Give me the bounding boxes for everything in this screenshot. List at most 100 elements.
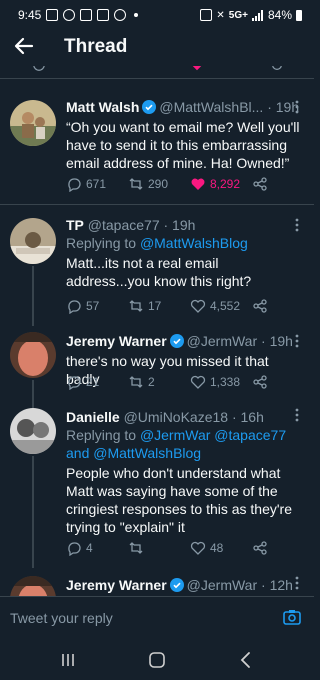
status-time: 9:45 bbox=[18, 8, 42, 22]
tweet-header: Jeremy Warner @JermWar · 19h bbox=[66, 332, 302, 350]
share-icon bbox=[253, 375, 267, 389]
reply-button[interactable]: 671 bbox=[66, 176, 106, 192]
share-icon bbox=[253, 299, 267, 313]
share-icon[interactable] bbox=[270, 66, 284, 72]
tweet-text: “Oh you want to email me? Well you'll ha… bbox=[66, 119, 300, 171]
tweet[interactable]: TP @tapace77 · 19h Replying to @MattWals… bbox=[0, 206, 314, 326]
signal-icon bbox=[251, 9, 263, 21]
tweet[interactable]: Jeremy Warner @JermWar · 12h bbox=[0, 568, 314, 596]
author-name[interactable]: Danielle bbox=[66, 409, 120, 425]
tweet-text: People who don't understand what Matt wa… bbox=[66, 465, 293, 535]
retweet-button[interactable]: 290 bbox=[128, 176, 168, 192]
page-title: Thread bbox=[64, 36, 128, 57]
notification-icon bbox=[63, 9, 76, 21]
retweet-icon bbox=[129, 542, 143, 554]
thread-line bbox=[32, 380, 34, 400]
share-button[interactable] bbox=[252, 540, 268, 556]
tweet-actions: 671 290 8,292 bbox=[66, 176, 302, 194]
author-name[interactable]: Matt Walsh bbox=[66, 99, 139, 115]
tweet-header: Danielle @UmiNoKaze18 · 16h bbox=[66, 408, 302, 426]
reply-icon bbox=[68, 542, 81, 556]
author-handle[interactable]: @JermWar bbox=[187, 577, 257, 593]
heart-icon bbox=[190, 541, 206, 555]
tweet-content: Matt Walsh @MattWalshBl... · 19h “Oh you … bbox=[66, 98, 302, 172]
divider bbox=[0, 204, 314, 205]
like-button[interactable]: 8,292 bbox=[190, 176, 240, 192]
reply-icon[interactable] bbox=[32, 66, 46, 72]
reply-input[interactable]: Tweet your reply bbox=[10, 610, 113, 626]
like-button[interactable]: 1,338 bbox=[190, 374, 240, 390]
tweet-text: Matt...its not a real email address...yo… bbox=[66, 255, 252, 289]
camera-icon[interactable] bbox=[282, 607, 302, 627]
system-nav-bar bbox=[0, 640, 314, 680]
author-handle[interactable]: @tapace77 bbox=[88, 217, 160, 233]
more-options-icon[interactable] bbox=[290, 408, 304, 422]
retweet-button[interactable] bbox=[128, 540, 148, 556]
verified-badge-icon bbox=[142, 100, 157, 114]
avatar[interactable] bbox=[10, 408, 56, 454]
avatar[interactable] bbox=[10, 332, 56, 378]
network-type: 5G+ bbox=[228, 9, 248, 21]
tweet-actions: 4 48 bbox=[66, 540, 302, 558]
retweet-button[interactable]: 17 bbox=[128, 298, 161, 314]
author-handle[interactable]: @JermWar bbox=[187, 333, 257, 349]
replying-to-label: Replying to bbox=[66, 427, 137, 443]
more-options-icon[interactable] bbox=[290, 218, 304, 232]
tweet-content: Jeremy Warner @JermWar · 12h bbox=[66, 576, 302, 594]
reply-button[interactable]: 4 bbox=[66, 540, 93, 556]
notification-icon bbox=[97, 9, 110, 21]
share-button[interactable] bbox=[252, 374, 268, 390]
recent-apps-icon[interactable] bbox=[58, 650, 78, 670]
like-button[interactable]: 48 bbox=[190, 540, 223, 556]
like-count: 8,292 bbox=[210, 177, 241, 191]
author-name[interactable]: Jeremy Warner bbox=[66, 577, 167, 593]
share-button[interactable] bbox=[252, 176, 268, 192]
replying-to-label: Replying to bbox=[66, 235, 137, 251]
reply-count: 21 bbox=[86, 375, 100, 389]
like-count: 1,338 bbox=[210, 375, 241, 389]
home-icon[interactable] bbox=[147, 650, 167, 670]
tweet[interactable]: Matt Walsh @MattWalshBl... · 19h “Oh you … bbox=[0, 90, 314, 202]
reply-count: 671 bbox=[86, 177, 107, 191]
avatar[interactable] bbox=[10, 100, 56, 146]
more-options-icon[interactable] bbox=[290, 334, 304, 348]
more-options-icon[interactable] bbox=[290, 576, 304, 590]
like-button[interactable]: 4,552 bbox=[190, 298, 240, 314]
author-name[interactable]: Jeremy Warner bbox=[66, 333, 167, 349]
mention-link[interactable]: @MattWalshBlog bbox=[93, 445, 201, 461]
mention-link[interactable]: @MattWalshBlog bbox=[140, 235, 248, 251]
tweet-content: TP @tapace77 · 19h Replying to @MattWals… bbox=[66, 216, 302, 290]
reply-button[interactable]: 21 bbox=[66, 374, 99, 390]
tweet-header: TP @tapace77 · 19h bbox=[66, 216, 302, 234]
status-left: 9:45 bbox=[18, 8, 139, 22]
author-handle[interactable]: @UmiNoKaze18 bbox=[124, 409, 228, 425]
author-handle[interactable]: @MattWalshBl... bbox=[159, 99, 263, 115]
retweet-button[interactable]: 2 bbox=[128, 374, 155, 390]
mention-link[interactable]: @JermWar @tapace77 bbox=[140, 427, 286, 443]
tweet[interactable]: Danielle @UmiNoKaze18 · 16h Replying to … bbox=[0, 400, 314, 568]
retweet-icon bbox=[129, 178, 143, 190]
status-bar: 9:45 ✕ 5G+ 84% bbox=[0, 0, 314, 30]
tweet-header: Matt Walsh @MattWalshBl... · 19h bbox=[66, 98, 302, 116]
reply-composer[interactable]: Tweet your reply bbox=[0, 596, 314, 641]
reply-icon bbox=[68, 376, 81, 390]
more-notifications-dot-icon bbox=[134, 13, 139, 17]
share-icon bbox=[253, 541, 267, 555]
reply-button[interactable]: 57 bbox=[66, 298, 99, 314]
heart-icon[interactable] bbox=[190, 66, 204, 72]
previous-tweet-actions bbox=[0, 66, 314, 78]
avatar[interactable] bbox=[10, 218, 56, 264]
battery-percent: 84% bbox=[267, 8, 292, 22]
back-nav-icon[interactable] bbox=[236, 650, 256, 670]
share-button[interactable] bbox=[252, 298, 268, 314]
thread-header: Thread bbox=[0, 30, 314, 66]
avatar[interactable] bbox=[10, 576, 56, 596]
reply-icon bbox=[68, 178, 81, 192]
verified-badge-icon bbox=[169, 578, 184, 592]
back-arrow-icon[interactable] bbox=[12, 34, 36, 58]
tweet[interactable]: Jeremy Warner @JermWar · 19h there's no w… bbox=[0, 326, 314, 400]
more-options-icon[interactable] bbox=[290, 100, 304, 114]
tweet-time: · 19h bbox=[261, 333, 293, 349]
reply-count: 4 bbox=[86, 541, 93, 555]
author-name[interactable]: TP bbox=[66, 217, 84, 233]
